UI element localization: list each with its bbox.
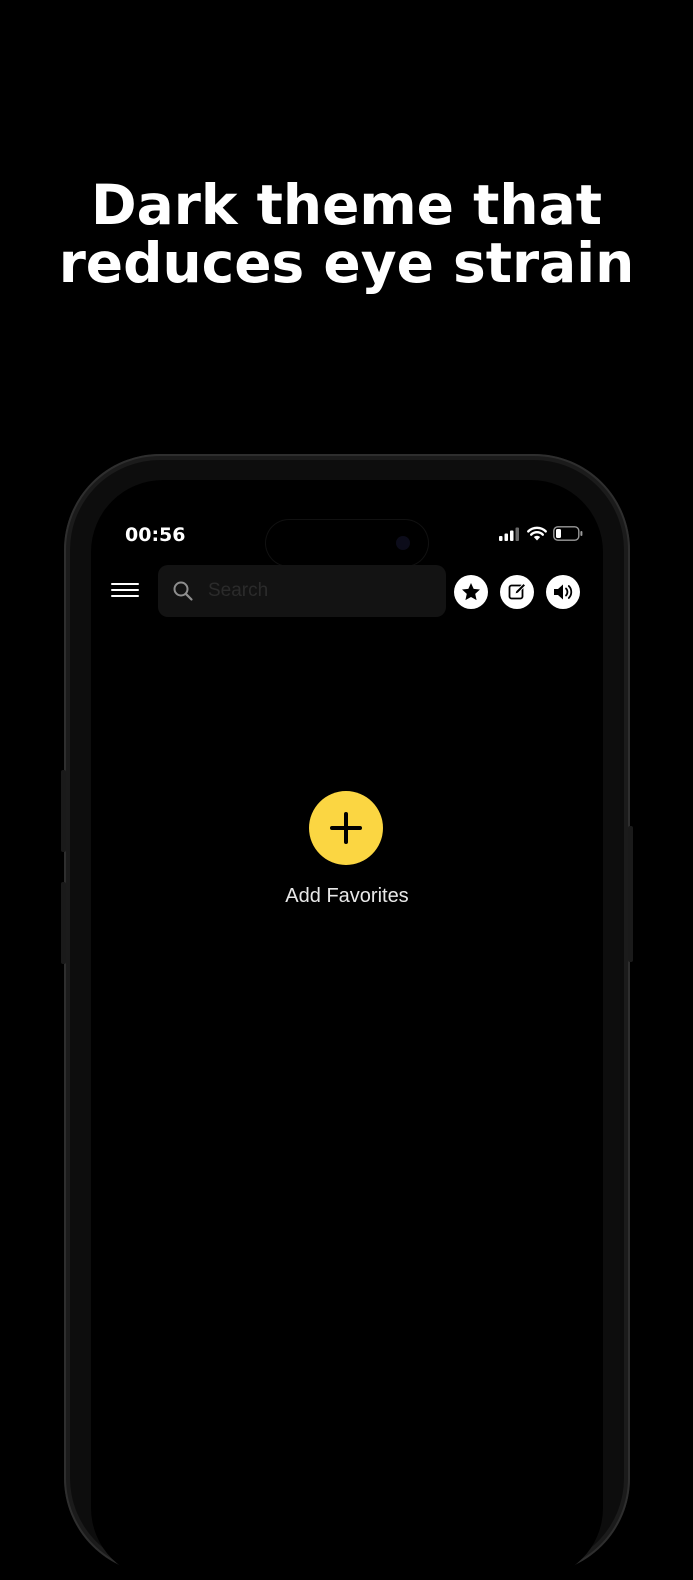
plus-icon <box>330 812 362 844</box>
status-icons <box>499 526 583 541</box>
volume-up-button <box>61 770 66 852</box>
power-button <box>628 826 633 962</box>
add-favorites-button[interactable] <box>309 791 383 865</box>
speaker-icon <box>554 584 573 600</box>
battery-icon <box>553 526 583 541</box>
status-time: 00:56 <box>125 524 186 546</box>
headline: Dark theme that reduces eye strain <box>0 176 693 292</box>
headline-line-2: reduces eye strain <box>58 231 635 295</box>
edit-icon <box>508 582 527 600</box>
add-favorites-label: Add Favorites <box>285 885 409 907</box>
cellular-signal-icon <box>499 527 519 541</box>
phone-screen: 00:56 Search Add Favorites <box>91 480 603 1580</box>
favorites-button[interactable] <box>454 575 488 609</box>
star-icon <box>462 583 480 601</box>
hamburger-menu-icon[interactable] <box>111 578 141 602</box>
volume-down-button <box>61 882 66 964</box>
search-icon <box>173 581 193 601</box>
phone-frame: 00:56 Search Add Favorites <box>61 454 633 1580</box>
sound-button[interactable] <box>546 575 580 609</box>
front-camera <box>396 536 410 550</box>
edit-button[interactable] <box>500 575 534 609</box>
dynamic-island <box>266 520 428 566</box>
search-bar[interactable] <box>158 565 446 617</box>
search-input[interactable] <box>206 579 430 603</box>
headline-line-1: Dark theme that <box>91 173 602 237</box>
wifi-icon <box>527 526 547 541</box>
